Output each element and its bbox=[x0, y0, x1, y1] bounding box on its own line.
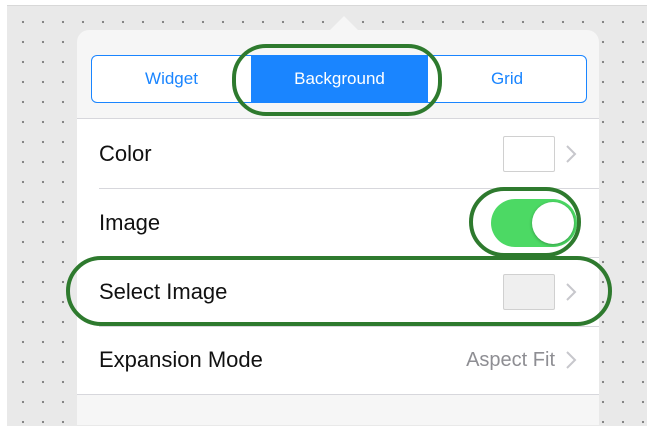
segmented-control: Widget Background Grid bbox=[91, 55, 587, 103]
chevron-right-icon bbox=[566, 282, 577, 301]
settings-list: Color Image Select Image Expansion Mode … bbox=[77, 118, 599, 395]
select-image-row[interactable]: Select Image bbox=[77, 257, 599, 326]
expansion-mode-row[interactable]: Expansion Mode Aspect Fit bbox=[77, 326, 599, 395]
toggle-knob bbox=[532, 201, 574, 244]
image-row-label: Image bbox=[99, 209, 161, 235]
color-swatch[interactable] bbox=[503, 135, 555, 172]
color-row-label: Color bbox=[99, 140, 152, 166]
expansion-mode-accessory: Aspect Fit bbox=[466, 349, 577, 372]
popover-arrow bbox=[330, 16, 358, 30]
select-image-accessory bbox=[503, 273, 577, 310]
color-row[interactable]: Color bbox=[77, 119, 599, 188]
chevron-right-icon bbox=[566, 144, 577, 163]
image-swatch[interactable] bbox=[503, 273, 555, 310]
expansion-mode-row-label: Expansion Mode bbox=[99, 347, 263, 372]
select-image-row-label: Select Image bbox=[99, 278, 228, 304]
settings-popover: Widget Background Grid Color Image Selec… bbox=[77, 30, 599, 425]
chevron-right-icon bbox=[566, 351, 577, 369]
tab-background[interactable]: Background bbox=[252, 56, 428, 102]
tab-grid[interactable]: Grid bbox=[428, 56, 586, 102]
image-toggle[interactable] bbox=[491, 198, 577, 247]
tab-widget[interactable]: Widget bbox=[92, 56, 252, 102]
expansion-mode-value: Aspect Fit bbox=[466, 348, 555, 371]
color-row-accessory bbox=[503, 135, 577, 172]
image-row: Image bbox=[77, 188, 599, 257]
